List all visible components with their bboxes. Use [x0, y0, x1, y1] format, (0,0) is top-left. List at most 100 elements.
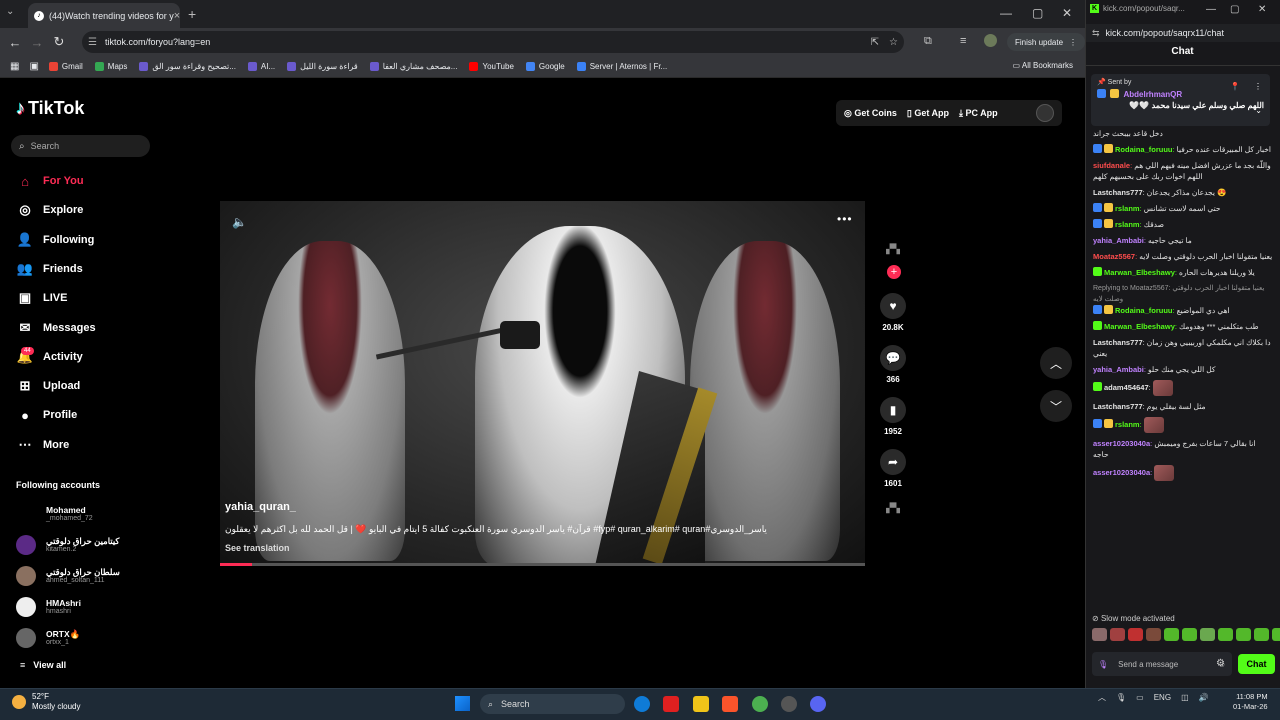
forward-icon[interactable]: → — [26, 35, 48, 50]
sidebar-item-live[interactable]: ▣ LIVE — [16, 288, 156, 308]
tray-chevron-icon[interactable]: ︿ — [1098, 692, 1106, 703]
mic-icon[interactable]: 🎙 — [1098, 660, 1108, 669]
chat-username[interactable]: yahia_Ambabi — [1093, 236, 1144, 245]
user-avatar[interactable] — [1036, 104, 1054, 122]
sidebar-item-profile[interactable]: ● Profile — [16, 405, 156, 425]
network-icon[interactable]: ◫ — [1181, 693, 1189, 702]
video-player[interactable] — [220, 201, 865, 566]
creator-avatar[interactable]: ▞▚ — [880, 244, 906, 264]
chat-username[interactable]: adam454647 — [1104, 383, 1149, 392]
reload-icon[interactable]: ↻ — [48, 34, 70, 50]
like-button[interactable]: ♥ 20.8K — [878, 293, 908, 332]
new-tab-button[interactable]: + — [188, 6, 196, 22]
sidebar-item-for-you[interactable]: ⌂ For You — [16, 171, 156, 191]
chat-username[interactable]: asser10203040a — [1093, 468, 1150, 477]
next-video-button[interactable]: ﹀ — [1040, 390, 1072, 422]
bookmark-item[interactable]: YouTube — [469, 62, 514, 71]
sidebar-item-messages[interactable]: ✉ Messages — [16, 318, 156, 338]
chat-username[interactable]: asser10203040a — [1093, 439, 1150, 448]
chat-username[interactable]: Rodaina_foruuu — [1115, 145, 1173, 154]
bookmark-item[interactable]: قراءة سورة الليل — [287, 62, 358, 71]
brave-icon[interactable] — [722, 696, 738, 712]
emote-button[interactable] — [1164, 628, 1179, 641]
music-disc-icon[interactable]: ▞▚ — [880, 503, 906, 514]
sidebar-item-following[interactable]: 👤 Following — [16, 230, 156, 250]
get-coins-button[interactable]: ◎ Get Coins — [844, 108, 897, 119]
bookmark-star-icon[interactable]: ☆ — [889, 37, 898, 48]
pin-icon[interactable]: 📍 — [1230, 82, 1240, 91]
emote-button[interactable] — [1272, 628, 1280, 641]
chat-message-input[interactable]: 🎙 Send a message ☺ — [1092, 652, 1232, 676]
sidebar-item-explore[interactable]: ◎ Explore — [16, 200, 156, 220]
emote-button[interactable] — [1092, 628, 1107, 641]
bookmark-item[interactable]: تصحيح وقراءة سور الق... — [139, 62, 236, 71]
video-username[interactable]: yahia_quran_ — [225, 501, 296, 513]
sidebar-item-more[interactable]: ⋯ More — [16, 435, 156, 455]
bookmark-item[interactable]: Maps — [94, 62, 127, 71]
emote-button[interactable] — [1110, 628, 1125, 641]
clock[interactable]: 11:08 PM 01-Mar-26 — [1233, 692, 1268, 712]
chat-username[interactable]: rslanm — [1115, 204, 1140, 213]
chat-username[interactable]: Lastchans777 — [1093, 402, 1143, 411]
finish-update-button[interactable]: Finish update ⋮ — [1007, 33, 1086, 51]
language-indicator[interactable]: ENG — [1154, 693, 1171, 702]
video-progress-bar[interactable] — [220, 563, 865, 566]
bookmark-item[interactable]: Server | Aternos | Fr... — [576, 62, 667, 71]
minimize-icon[interactable]: — — [1000, 6, 1012, 20]
following-account[interactable]: ORTX🔥 ortxx_1 — [16, 625, 156, 651]
chat-username[interactable]: rslanm — [1115, 420, 1140, 429]
save-button[interactable]: ▮ 1952 — [878, 397, 908, 436]
tab-search-icon[interactable]: ⌄ — [6, 6, 14, 17]
chat-username[interactable]: yahia_Ambabi — [1093, 365, 1144, 374]
chrome-icon[interactable] — [752, 696, 768, 712]
more-options-icon[interactable]: ••• — [837, 212, 853, 226]
close-window-icon[interactable]: ✕ — [1062, 6, 1072, 20]
kick-address-bar[interactable]: ⇆ kick.com/popout/saqrx11/chat — [1086, 24, 1280, 42]
back-icon[interactable]: ← — [4, 35, 26, 50]
start-button[interactable] — [455, 696, 470, 711]
discord-icon[interactable] — [810, 696, 826, 712]
taskbar-search[interactable]: ⌕ Search — [480, 694, 625, 714]
pinned-user[interactable]: AbdelrhmanQR — [1123, 90, 1182, 99]
chat-username[interactable]: Lastchans777 — [1093, 338, 1143, 347]
chat-username[interactable]: rslanm — [1115, 220, 1140, 229]
chat-username[interactable]: Lastchans777 — [1093, 188, 1143, 197]
github-icon[interactable] — [781, 696, 797, 712]
tray-camera-icon[interactable]: ▭ — [1136, 693, 1144, 702]
emote-button[interactable] — [1236, 628, 1251, 641]
emote-button[interactable] — [1218, 628, 1233, 641]
chat-username[interactable]: Marwan_Elbeshawy — [1104, 322, 1175, 331]
bookmark-item[interactable]: Google — [525, 62, 565, 71]
previous-video-button[interactable]: ︿ — [1040, 347, 1072, 379]
tray-mic-icon[interactable]: 🎙 — [1116, 693, 1126, 702]
close-tab-icon[interactable]: × — [174, 10, 180, 22]
search-input[interactable]: ⌕ Search — [11, 135, 150, 157]
bookmark-item[interactable]: مصحف مشاري العفا... — [369, 62, 457, 71]
install-app-icon[interactable]: ⇱ — [871, 37, 879, 48]
pinned-expand-icon[interactable]: ⌄ — [1255, 106, 1262, 115]
pc-app-button[interactable]: ⤓ PC App — [959, 108, 998, 119]
kick-close-icon[interactable]: ✕ — [1258, 4, 1266, 15]
kick-minimize-icon[interactable]: — — [1206, 4, 1216, 15]
maximize-icon[interactable]: ▢ — [1032, 6, 1043, 20]
apps-grid-icon[interactable]: ▦ — [10, 61, 19, 72]
bookmark-folder-icon[interactable]: ▣ — [29, 61, 38, 72]
weather-widget[interactable]: 52°F Mostly cloudy — [12, 692, 80, 712]
share-button[interactable]: ➦ 1601 — [878, 449, 908, 488]
chat-username[interactable]: siufdanale — [1093, 161, 1130, 170]
tiktok-logo[interactable]: ♪ TikTok — [16, 98, 84, 119]
volume-icon[interactable]: 🔊 — [1199, 693, 1209, 702]
chat-settings-icon[interactable]: ⚙ — [1216, 658, 1225, 669]
profile-avatar[interactable] — [984, 34, 997, 47]
emote-button[interactable] — [1182, 628, 1197, 641]
following-account[interactable]: سلطان حراق دلوقتي ahmed_soltan_111 — [16, 563, 156, 589]
volume-icon[interactable]: 🔈 — [232, 215, 247, 229]
pinned-menu-icon[interactable]: ⋮ — [1254, 82, 1262, 91]
app-icon[interactable] — [693, 696, 709, 712]
emote-button[interactable] — [1254, 628, 1269, 641]
extensions-icon[interactable]: ⧉ — [924, 35, 932, 48]
see-translation-link[interactable]: See translation — [225, 543, 290, 553]
emote-button[interactable] — [1128, 628, 1143, 641]
emote-button[interactable] — [1146, 628, 1161, 641]
bookmark-item[interactable]: Gmail — [48, 62, 83, 71]
